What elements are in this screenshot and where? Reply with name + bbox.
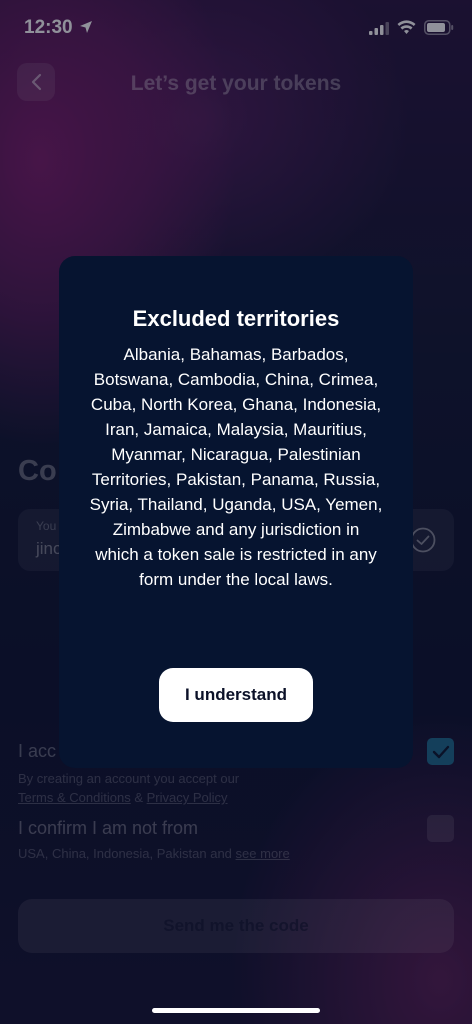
home-indicator[interactable] [152, 1008, 320, 1013]
i-understand-button[interactable]: I understand [159, 668, 313, 722]
dialog-body: Albania, Bahamas, Barbados, Botswana, Ca… [89, 345, 383, 589]
dialog-title: Excluded territories [132, 306, 340, 331]
excluded-territories-dialog: Excluded territories Albania, Bahamas, B… [59, 256, 413, 768]
